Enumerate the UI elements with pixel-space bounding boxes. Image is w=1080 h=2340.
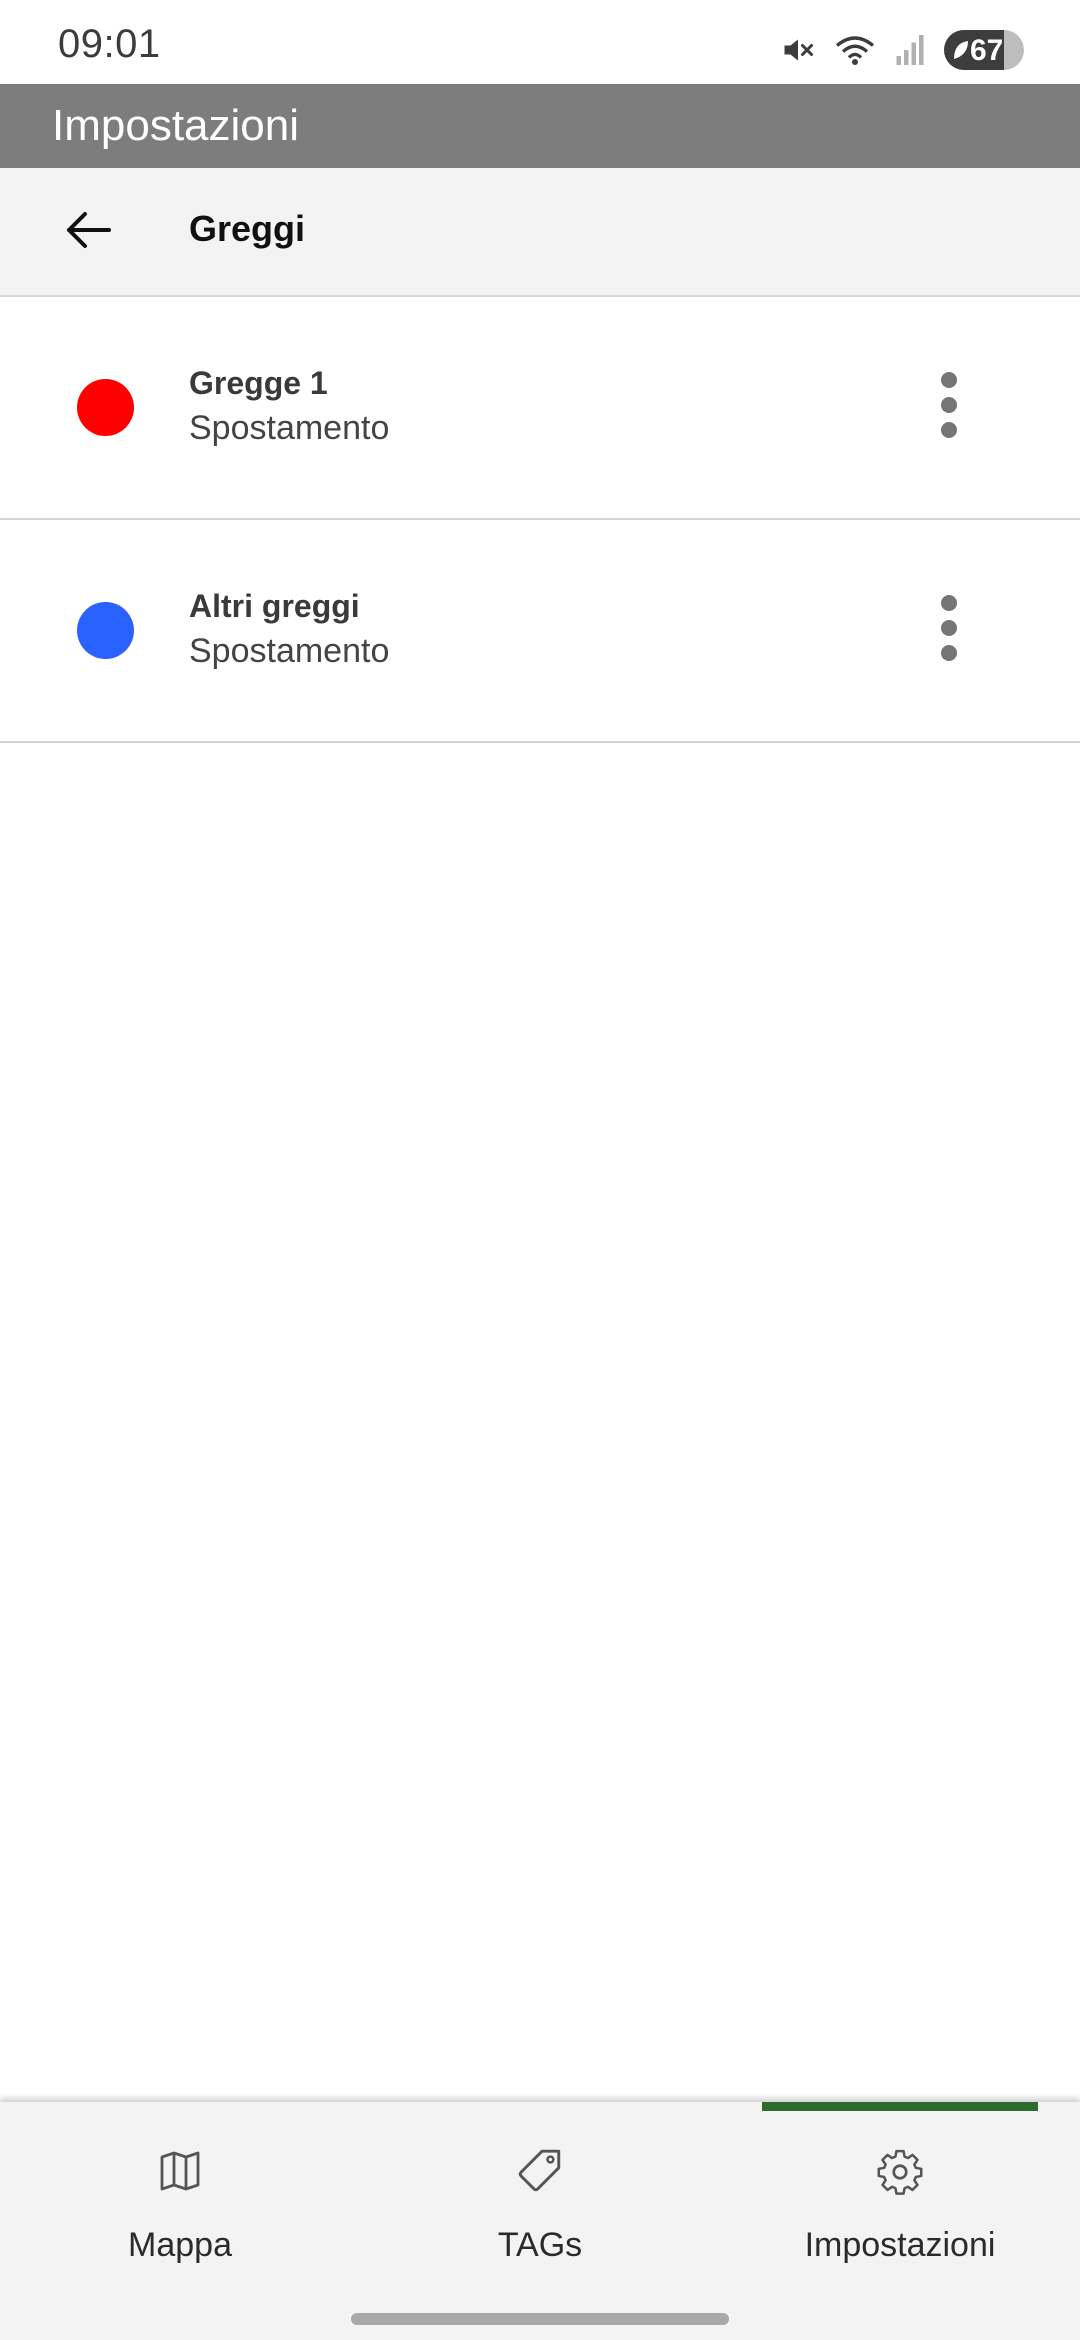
battery-icon: 67 [944,30,1024,70]
wifi-icon [834,32,876,68]
more-vert-icon [939,593,959,668]
status-time: 09:01 [58,22,161,66]
nav-item-impostazioni[interactable]: Impostazioni [750,2102,1050,2302]
flock-name: Gregge 1 [189,365,328,401]
more-vert-icon [939,370,959,445]
more-options-button[interactable] [920,367,978,447]
active-tab-indicator [762,2102,1038,2111]
status-bar: 09:01 67 [0,0,1080,84]
tag-icon [515,2147,565,2202]
nav-item-mappa[interactable]: Mappa [30,2102,330,2302]
arrow-left-icon [65,210,111,255]
list-item[interactable]: Altri greggi Spostamento [0,520,1080,743]
app-bar-title: Impostazioni [52,101,300,150]
flock-name: Altri greggi [189,588,360,624]
app-bar: Impostazioni [0,84,1080,168]
nav-label: TAGs [497,2226,583,2264]
more-options-button[interactable] [920,590,978,670]
sub-header: Greggi [0,168,1080,297]
bottom-navigation: Mappa TAGs Impostazioni [0,2102,1080,2340]
nav-label: Impostazioni [804,2226,996,2264]
list-item[interactable]: Gregge 1 Spostamento [0,297,1080,520]
flock-subtitle: Spostamento [189,632,390,670]
signal-icon [894,32,926,68]
home-indicator[interactable] [351,2313,729,2325]
flock-subtitle: Spostamento [189,409,390,447]
battery-percent: 67 [970,34,1004,67]
mute-icon [780,32,816,68]
status-icons: 67 [780,28,1024,72]
leaf-icon [952,39,970,61]
flock-list: Gregge 1 Spostamento Altri greggi Sposta… [0,297,1080,743]
page-title: Greggi [189,208,306,249]
nav-item-tags[interactable]: TAGs [390,2102,690,2302]
flock-color-dot [77,379,134,436]
flock-color-dot [77,602,134,659]
nav-label: Mappa [128,2226,232,2264]
gear-icon [875,2147,925,2202]
map-icon [156,2147,204,2200]
back-button[interactable] [52,196,124,268]
